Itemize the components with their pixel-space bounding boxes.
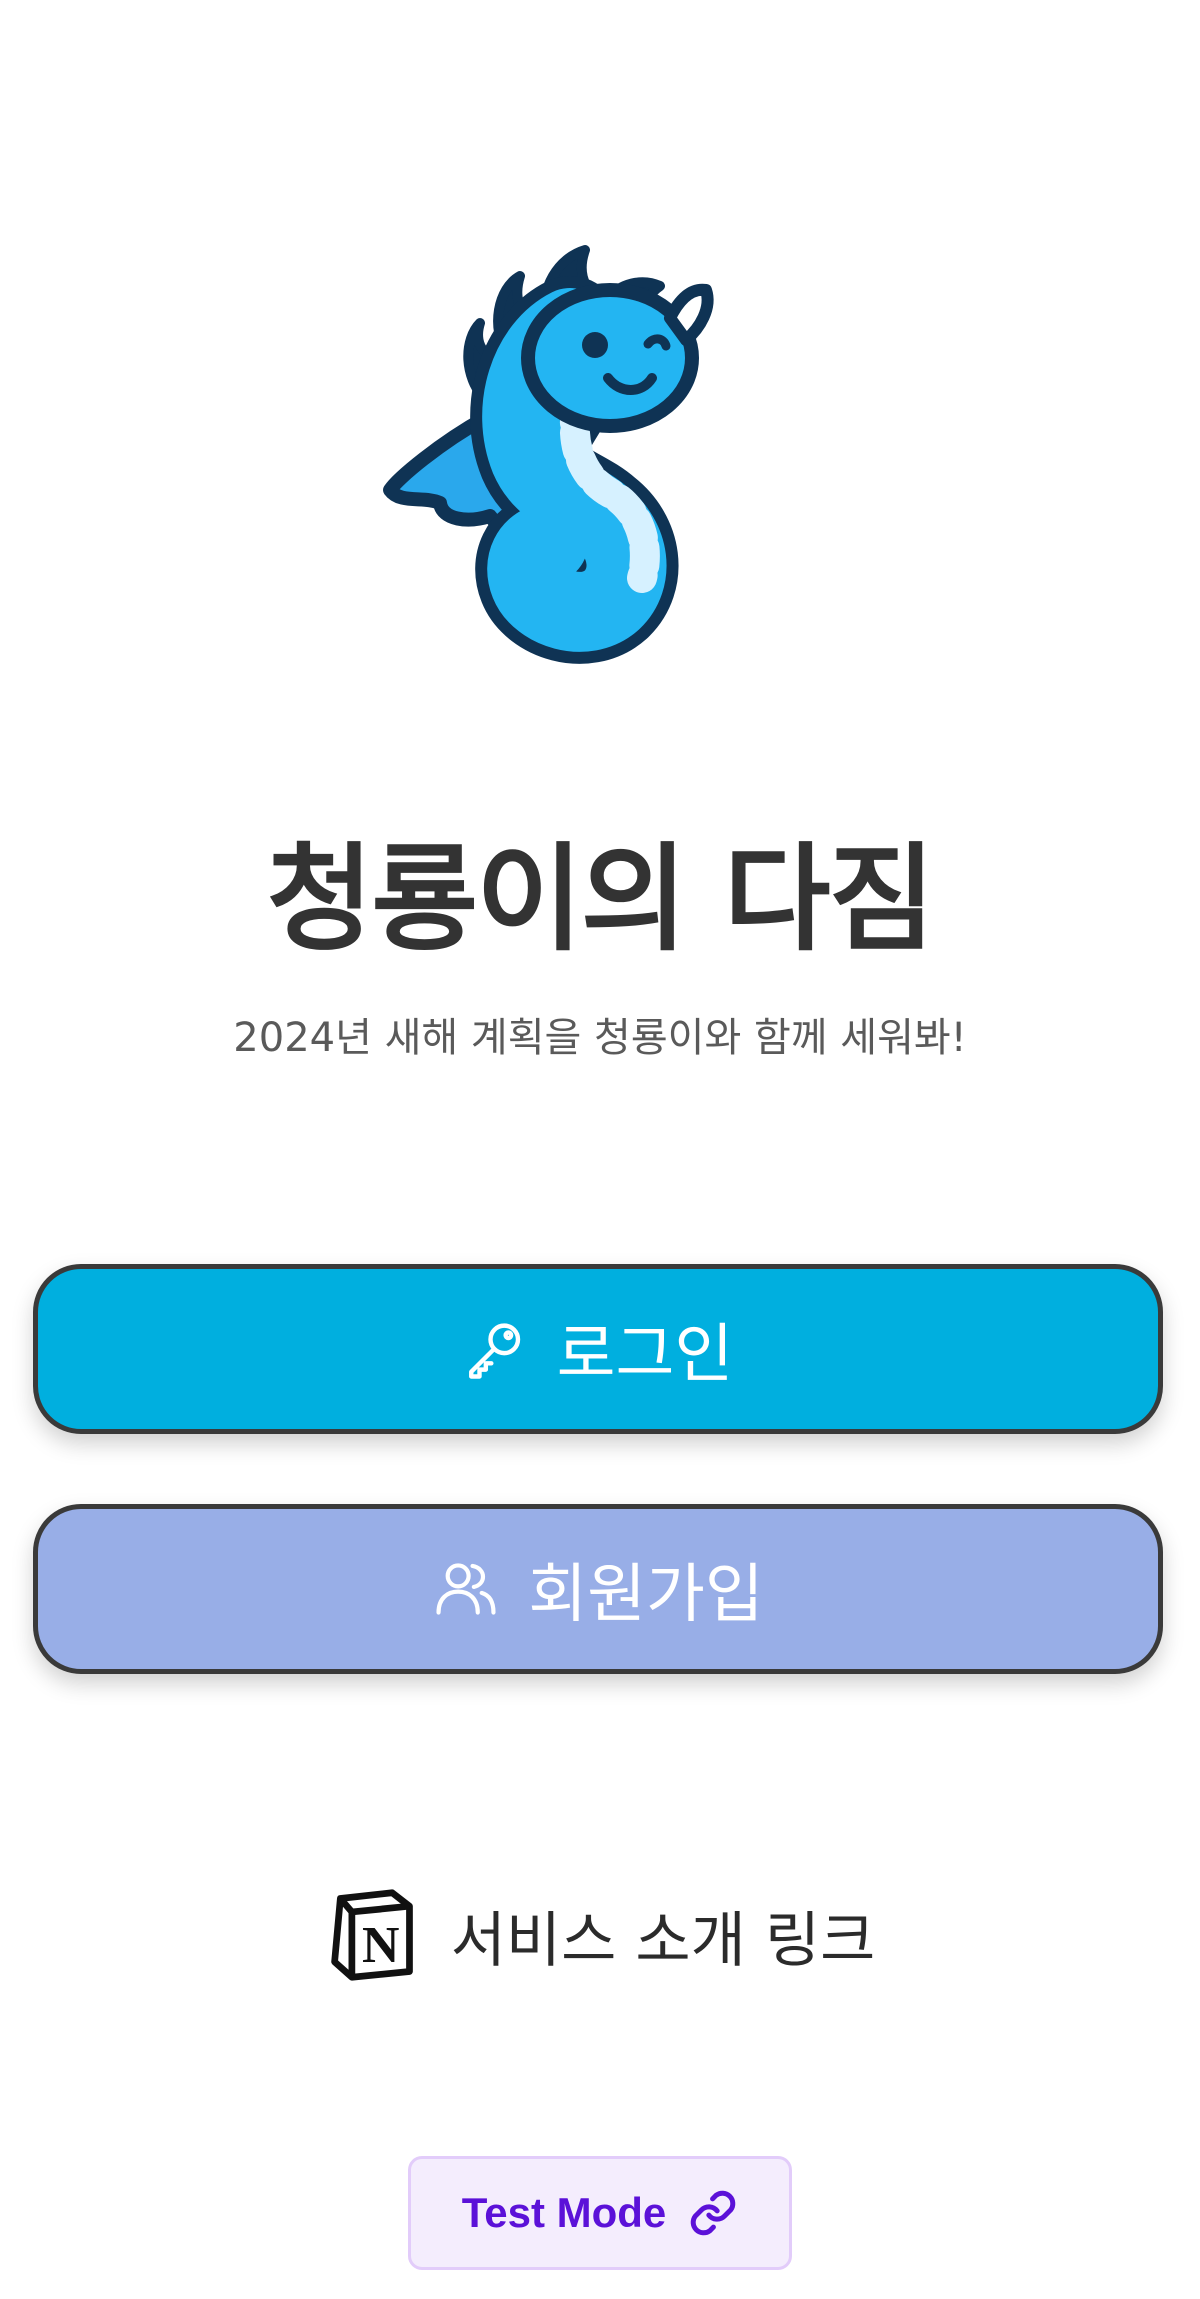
svg-text:N: N [362, 1917, 399, 1974]
service-intro-label: 서비스 소개 링크 [450, 1905, 876, 1976]
dragon-logo-icon [380, 228, 780, 668]
service-intro-link[interactable]: N 서비스 소개 링크 [0, 1880, 1200, 1990]
link-icon [688, 2188, 738, 2238]
signup-label: 회원가입 [528, 1558, 764, 1632]
test-mode-badge[interactable]: Test Mode [408, 2156, 792, 2270]
login-label: 로그인 [556, 1318, 734, 1392]
signup-button[interactable]: 회원가입 [33, 1504, 1163, 1674]
users-icon [432, 1556, 500, 1622]
key-icon [463, 1316, 529, 1382]
page-title: 청룡이의 다짐 [266, 832, 936, 967]
login-button[interactable]: 로그인 [33, 1264, 1163, 1434]
test-mode-label: Test Mode [461, 2189, 667, 2236]
notion-icon: N [325, 1887, 421, 1983]
page-subtitle: 2024년 새해 계획을 청룡이와 함께 세워봐! [233, 1015, 967, 1061]
